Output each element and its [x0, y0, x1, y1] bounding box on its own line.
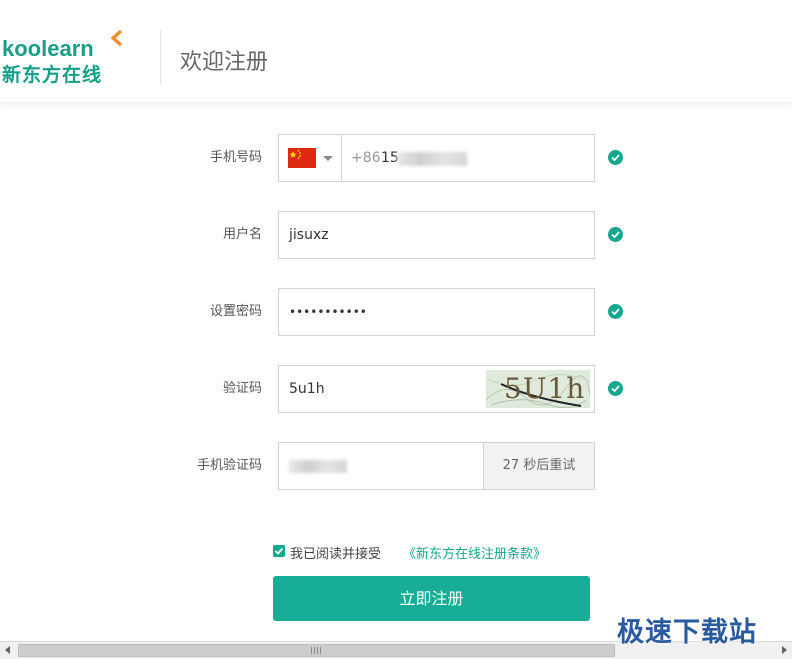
grip-icon [311, 647, 321, 654]
koolearn-logo[interactable]: koolearn 新东方在线 [2, 30, 132, 86]
chevron-down-icon [323, 156, 333, 161]
scrollbar-thumb[interactable] [18, 644, 615, 657]
resend-sms-button[interactable]: 27 秒后重试 [483, 443, 594, 489]
redacted-phone [397, 152, 467, 166]
phone-prefix: +86 [351, 150, 381, 166]
captcha-row: 验证码 5u1h 5U1h [0, 365, 792, 413]
logo-text-cn: 新东方在线 [2, 64, 103, 86]
captcha-label: 验证码 [222, 381, 262, 396]
site-watermark: 极速下载站 [617, 617, 757, 648]
password-input[interactable]: ••••••••••• [289, 289, 367, 335]
agreement-text: 我已阅读并接受 [290, 547, 382, 562]
scroll-left-icon[interactable] [5, 646, 10, 654]
captcha-input[interactable]: 5u1h [289, 366, 325, 412]
page-header: koolearn 新东方在线 欢迎注册 [0, 0, 792, 103]
username-row: 用户名 jisuxz [0, 211, 792, 259]
username-field[interactable]: jisuxz [278, 211, 595, 259]
captcha-valid-icon [608, 381, 623, 396]
page-title: 欢迎注册 [180, 50, 269, 75]
scroll-right-icon[interactable] [782, 646, 787, 654]
password-valid-icon [608, 304, 623, 319]
logo-text-en: koolearn [2, 36, 94, 61]
username-valid-icon [608, 227, 623, 242]
phone-field[interactable]: +86 15 [278, 134, 595, 182]
sms-label: 手机验证码 [196, 458, 262, 473]
captcha-text: 5U1h [504, 372, 586, 405]
captcha-image[interactable]: 5U1h [486, 370, 590, 408]
register-button[interactable]: 立即注册 [273, 576, 590, 621]
sms-field[interactable]: 27 秒后重试 [278, 442, 595, 490]
captcha-field[interactable]: 5u1h 5U1h [278, 365, 595, 413]
username-input[interactable]: jisuxz [289, 212, 329, 258]
phone-label: 手机号码 [209, 150, 262, 165]
password-row: 设置密码 ••••••••••• [0, 288, 792, 336]
country-code-select[interactable] [279, 135, 342, 181]
sms-row: 手机验证码 27 秒后重试 [0, 442, 792, 490]
phone-valid-icon [608, 150, 623, 165]
header-divider [160, 30, 161, 85]
china-flag-icon [288, 148, 316, 168]
password-label: 设置密码 [209, 304, 262, 319]
logo-chevron-icon [110, 30, 123, 46]
redacted-sms-code [289, 460, 347, 473]
phone-row: 手机号码 +86 15 [0, 134, 792, 182]
username-label: 用户名 [222, 227, 262, 242]
terms-link[interactable]: 《新东方在线注册条款》 [403, 543, 546, 562]
password-field[interactable]: ••••••••••• [278, 288, 595, 336]
agreement-checkbox[interactable] [273, 545, 285, 557]
